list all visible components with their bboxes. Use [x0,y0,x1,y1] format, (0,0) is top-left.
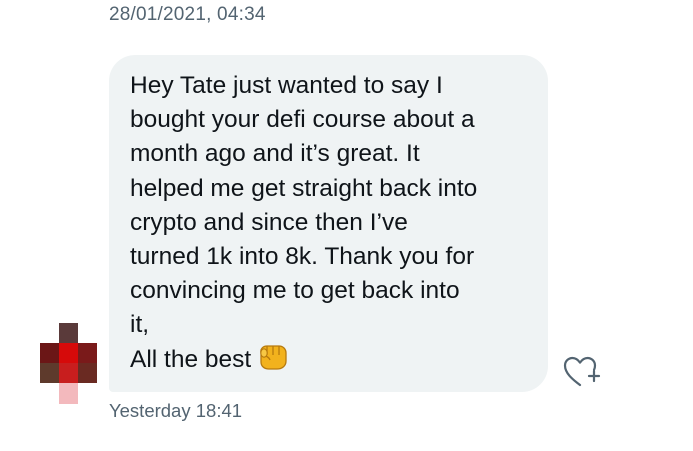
heart-plus-icon [563,356,601,387]
message-body: Hey Tate just wanted to say I bought you… [130,72,478,373]
avatar[interactable] [40,323,97,404]
conversation-date-header: 28/01/2021, 04:34 [109,4,266,25]
oncoming-fist-icon [257,343,288,381]
message-timestamp: Yesterday 18:41 [109,400,243,421]
pixelated-avatar-icon [40,323,97,404]
add-reaction-button[interactable] [562,354,602,390]
message-text: Hey Tate just wanted to say I bought you… [130,69,530,381]
message-bubble[interactable]: Hey Tate just wanted to say I bought you… [109,55,548,392]
